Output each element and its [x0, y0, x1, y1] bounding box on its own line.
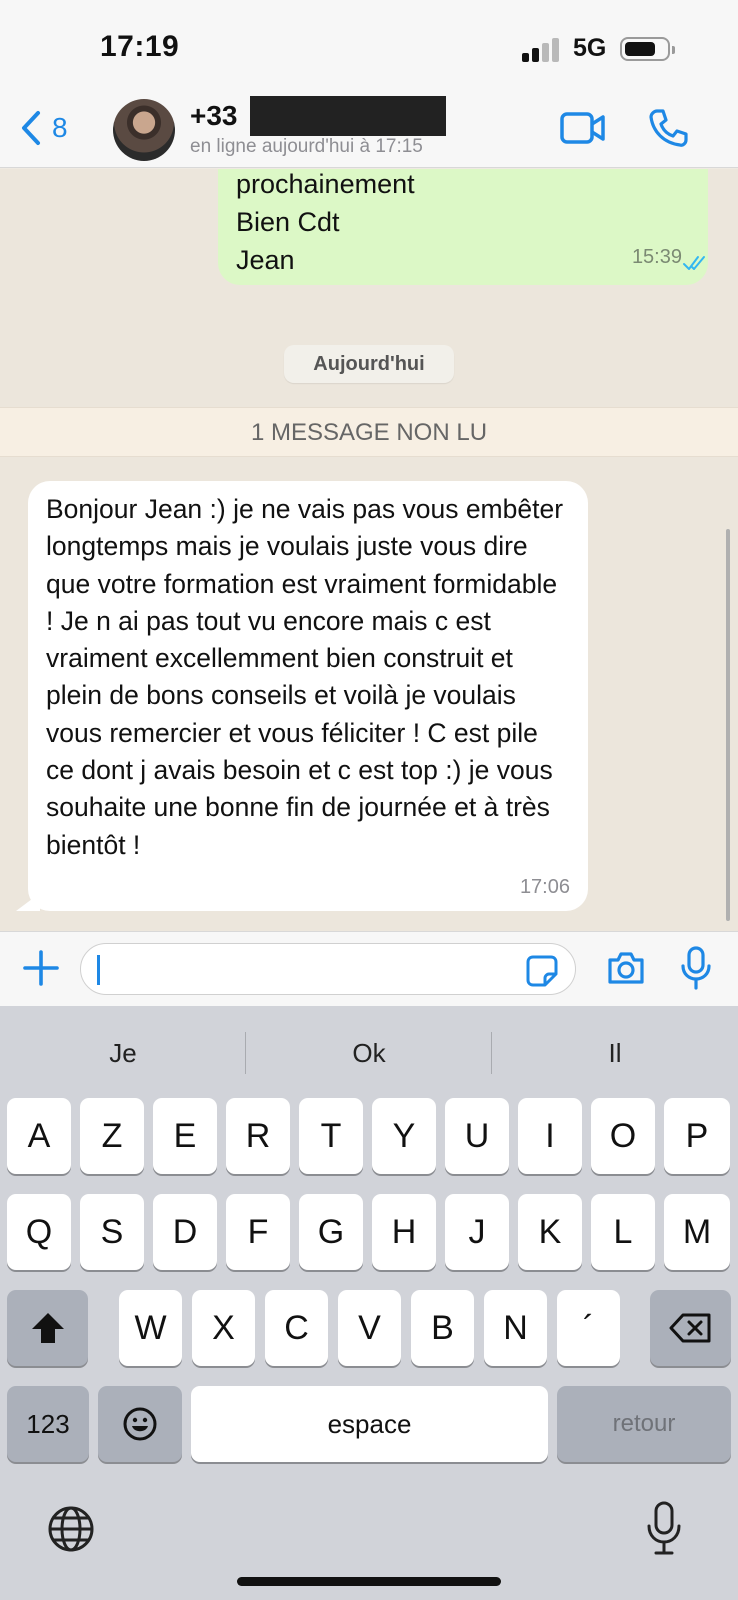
- key-r[interactable]: R: [226, 1098, 290, 1174]
- status-bar: 17:19 5G: [0, 0, 738, 92]
- message-line: Bien Cdt: [236, 207, 340, 237]
- key-i[interactable]: I: [518, 1098, 582, 1174]
- emoji-key[interactable]: [98, 1386, 182, 1462]
- contact-status: en ligne aujourd'hui à 17:15: [190, 136, 423, 157]
- status-time: 17:19: [100, 30, 180, 63]
- home-indicator[interactable]: [237, 1577, 501, 1586]
- suggestion[interactable]: Il: [492, 1028, 738, 1078]
- incoming-message[interactable]: Bonjour Jean :) je ne vais pas vous embê…: [16, 481, 588, 911]
- key-b[interactable]: B: [411, 1290, 474, 1366]
- bubble-tail: [16, 893, 40, 911]
- key-g[interactable]: G: [299, 1194, 363, 1270]
- chat-header: 8 +33 en ligne aujourd'hui à 17:15: [0, 92, 738, 168]
- key-l[interactable]: L: [591, 1194, 655, 1270]
- camera-icon: [608, 952, 644, 984]
- key-f[interactable]: F: [226, 1194, 290, 1270]
- chat-area[interactable]: prochainement Bien Cdt Jean 15:39 Aujour…: [0, 169, 738, 931]
- key-q[interactable]: Q: [7, 1194, 71, 1270]
- unread-chats-count: 8: [52, 112, 68, 143]
- contact-name[interactable]: +33: [190, 100, 238, 132]
- composer-bar: [0, 931, 738, 1006]
- cellular-signal-icon: [522, 38, 562, 62]
- camera-button[interactable]: [606, 950, 646, 991]
- globe-icon: [48, 1506, 94, 1552]
- voice-call-button[interactable]: [648, 108, 688, 153]
- delete-key[interactable]: [650, 1290, 731, 1366]
- microphone-icon: [681, 946, 711, 990]
- contact-avatar[interactable]: [113, 99, 175, 161]
- predictive-bar: Je Ok Il: [0, 1006, 738, 1098]
- attach-button[interactable]: [22, 949, 60, 992]
- key-z[interactable]: Z: [80, 1098, 144, 1174]
- network-type: 5G: [573, 34, 607, 62]
- emoji-icon: [123, 1407, 157, 1441]
- message-line: prochainement: [236, 169, 415, 199]
- message-time: 15:39: [631, 246, 682, 268]
- message-text: Bonjour Jean :) je ne vais pas vous embê…: [46, 494, 564, 860]
- key-w[interactable]: W: [119, 1290, 182, 1366]
- key-k[interactable]: K: [518, 1194, 582, 1270]
- return-key[interactable]: retour: [557, 1386, 731, 1462]
- back-button[interactable]: 8: [20, 106, 68, 150]
- day-separator: Aujourd'hui: [284, 345, 454, 383]
- text-caret: [97, 955, 100, 985]
- key-s[interactable]: S: [80, 1194, 144, 1270]
- message-input[interactable]: [80, 943, 576, 995]
- read-ticks-icon: [683, 256, 705, 270]
- key-d[interactable]: D: [153, 1194, 217, 1270]
- battery-icon: [620, 37, 675, 61]
- key-j[interactable]: J: [445, 1194, 509, 1270]
- keyboard: Je Ok Il A Z E R T Y U I O P Q S D F G H…: [0, 1006, 738, 1600]
- key-h[interactable]: H: [372, 1194, 436, 1270]
- shift-icon: [31, 1313, 64, 1343]
- key-e[interactable]: E: [153, 1098, 217, 1174]
- key-n[interactable]: N: [484, 1290, 547, 1366]
- key-x[interactable]: X: [192, 1290, 255, 1366]
- key-p[interactable]: P: [664, 1098, 730, 1174]
- backspace-icon: [669, 1313, 710, 1343]
- message-line: Jean: [236, 245, 295, 275]
- video-call-icon: [560, 112, 605, 144]
- voice-message-button[interactable]: [680, 946, 712, 995]
- sticker-icon: [526, 955, 558, 987]
- shift-key[interactable]: [7, 1290, 88, 1366]
- key-o[interactable]: O: [591, 1098, 655, 1174]
- key-u[interactable]: U: [445, 1098, 509, 1174]
- outgoing-message[interactable]: prochainement Bien Cdt Jean 15:39: [218, 169, 708, 285]
- key-y[interactable]: Y: [372, 1098, 436, 1174]
- chat-scrollbar[interactable]: [726, 529, 730, 921]
- redaction-box: [250, 96, 446, 136]
- plus-icon: [23, 950, 59, 986]
- key-v[interactable]: V: [338, 1290, 401, 1366]
- key-m[interactable]: M: [664, 1194, 730, 1270]
- suggestion[interactable]: Ok: [246, 1028, 492, 1078]
- sticker-button[interactable]: [525, 954, 559, 993]
- video-call-button[interactable]: [560, 110, 606, 151]
- microphone-icon: [647, 1501, 681, 1555]
- suggestion[interactable]: Je: [0, 1028, 246, 1078]
- dictation-button[interactable]: [646, 1500, 682, 1561]
- phone-icon: [649, 109, 688, 147]
- key-c[interactable]: C: [265, 1290, 328, 1366]
- numbers-key[interactable]: 123: [7, 1386, 89, 1462]
- chevron-left-icon: [22, 111, 40, 145]
- space-key[interactable]: espace: [191, 1386, 548, 1462]
- unread-banner: 1 MESSAGE NON LU: [0, 407, 738, 457]
- key-acute-accent[interactable]: ´: [557, 1290, 620, 1366]
- key-t[interactable]: T: [299, 1098, 363, 1174]
- key-a[interactable]: A: [7, 1098, 71, 1174]
- language-button[interactable]: [46, 1504, 96, 1559]
- message-time: 17:06: [519, 876, 570, 898]
